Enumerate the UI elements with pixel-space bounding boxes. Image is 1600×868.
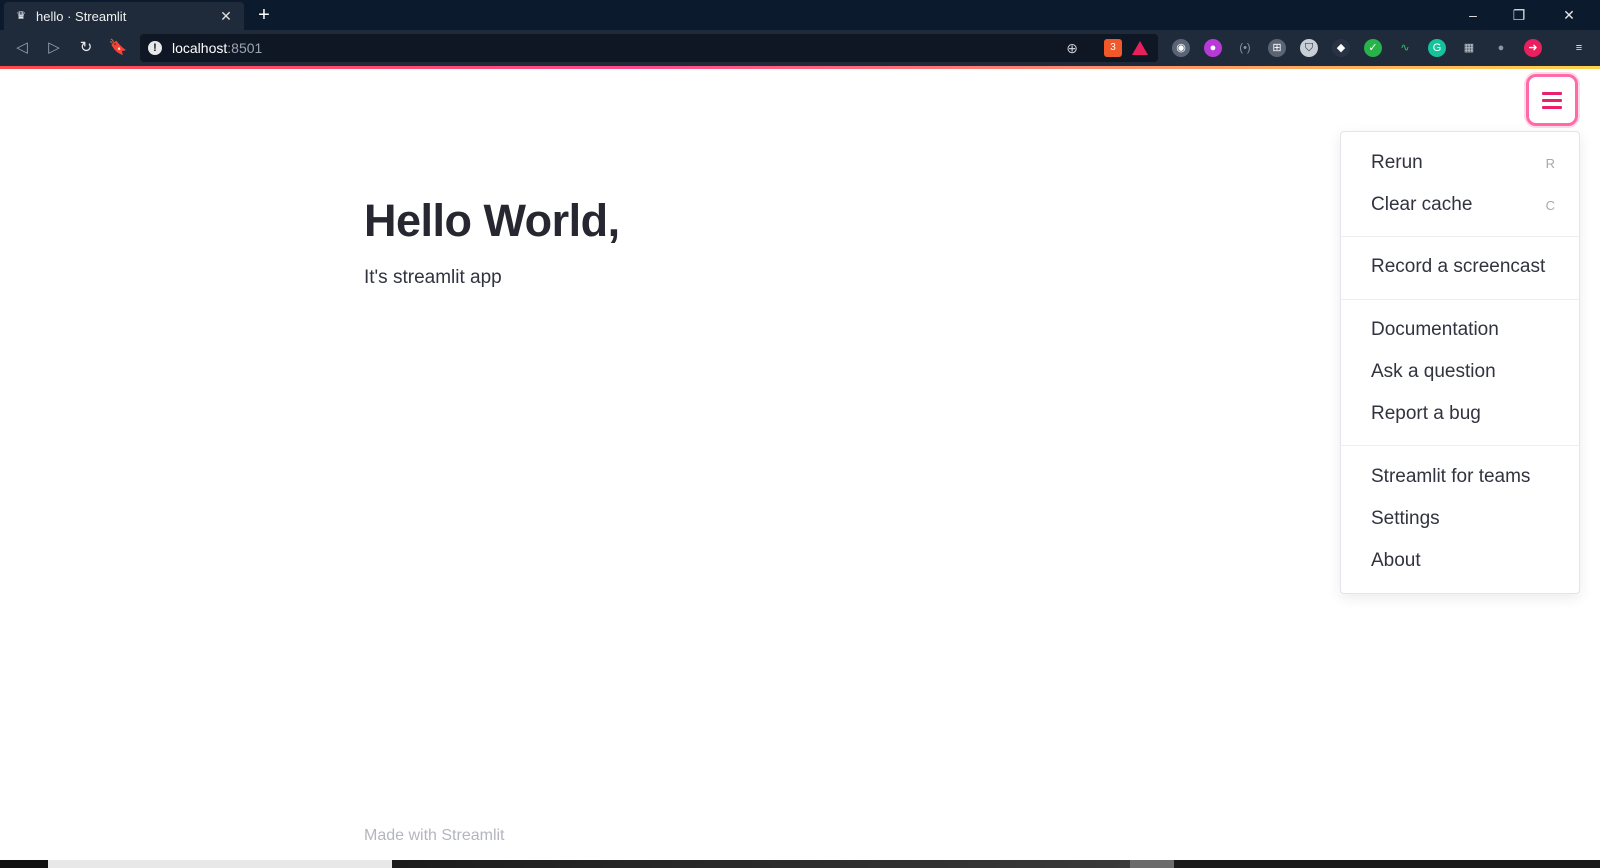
extension-puzzle-icon[interactable]: ⊞	[1268, 39, 1286, 57]
streamlit-favicon-icon: ♛	[16, 10, 26, 22]
extension-wave-icon[interactable]: ∿	[1396, 39, 1414, 57]
hamburger-menu-icon	[1542, 92, 1562, 109]
page-title: Hello World,	[364, 195, 620, 246]
shortcut-hint: C	[1545, 197, 1555, 213]
menu-item-label: Ask a question	[1371, 361, 1496, 382]
extension-shield-icon[interactable]: ⛉	[1300, 39, 1318, 57]
menu-item-label: Streamlit for teams	[1371, 466, 1531, 487]
brave-rewards-icon[interactable]	[1132, 41, 1148, 55]
main-menu-button[interactable]	[1526, 74, 1578, 126]
tab-close-icon[interactable]: ✕	[218, 8, 234, 25]
back-icon[interactable]: ◁	[10, 36, 34, 60]
menu-item-settings[interactable]: Settings	[1371, 502, 1555, 536]
restore-button[interactable]: ❐	[1496, 0, 1542, 30]
forward-icon[interactable]: ▷	[42, 36, 66, 60]
brave-shield-icon[interactable]: 3	[1104, 39, 1122, 57]
menu-item-label: Rerun	[1371, 152, 1423, 173]
menu-item-label: Documentation	[1371, 319, 1499, 340]
info-icon[interactable]: !	[148, 41, 162, 55]
extension-brackets-icon[interactable]: (•)	[1236, 39, 1254, 57]
shortcut-hint: R	[1545, 155, 1555, 171]
made-with-streamlit-link[interactable]: Made with Streamlit	[364, 827, 505, 845]
url-host: localhost	[172, 40, 228, 56]
menu-divider	[1341, 236, 1579, 237]
menu-item-ask-question[interactable]: Ask a question	[1371, 355, 1555, 389]
menu-item-report-bug[interactable]: Report a bug	[1371, 397, 1555, 431]
menu-item-streamlit-for-teams[interactable]: Streamlit for teams	[1371, 460, 1555, 494]
window-close-button[interactable]: ✕	[1546, 0, 1592, 30]
extension-arrow-icon[interactable]: ➜	[1524, 39, 1542, 57]
main-menu-dropdown: Rerun R Clear cache C Record a screencas…	[1340, 131, 1580, 594]
zoom-icon[interactable]: ⊕	[1066, 40, 1078, 57]
extension-grid-icon[interactable]: ▦	[1460, 39, 1478, 57]
menu-item-record-screencast[interactable]: Record a screencast	[1371, 250, 1555, 284]
extension-drop-icon[interactable]: ●	[1492, 39, 1510, 57]
menu-item-label: Settings	[1371, 508, 1440, 529]
menu-item-rerun[interactable]: Rerun R	[1371, 146, 1555, 180]
menu-item-about[interactable]: About	[1371, 544, 1555, 578]
menu-divider	[1341, 299, 1579, 300]
menu-item-label: About	[1371, 550, 1421, 571]
extension-purple-icon[interactable]: ●	[1204, 39, 1222, 57]
menu-item-documentation[interactable]: Documentation	[1371, 313, 1555, 347]
extension-cube-icon[interactable]: ◆	[1332, 39, 1350, 57]
menu-divider	[1341, 445, 1579, 446]
url-port: :8501	[227, 40, 263, 56]
extension-leaf-icon[interactable]: ✓	[1364, 39, 1382, 57]
menu-item-label: Record a screencast	[1371, 256, 1546, 277]
tab-title: hello · Streamlit	[36, 8, 127, 24]
menu-item-label: Clear cache	[1371, 194, 1473, 215]
app-description: It's streamlit app	[364, 267, 502, 288]
browser-menu-icon[interactable]: ≡	[1570, 39, 1588, 57]
new-tab-button[interactable]: +	[253, 4, 275, 26]
browser-tab-bar: ♛ hello · Streamlit ✕ + – ❐ ✕	[0, 0, 1600, 30]
camera-extension-icon[interactable]: ◉	[1172, 39, 1190, 57]
menu-item-label: Report a bug	[1371, 403, 1481, 424]
browser-tab[interactable]: ♛ hello · Streamlit ✕	[4, 2, 244, 30]
os-taskbar	[0, 860, 1600, 868]
reload-icon[interactable]: ↻	[74, 36, 98, 60]
address-bar[interactable]: ! localhost:8501 ⊕ 3	[140, 34, 1158, 62]
bookmark-icon[interactable]: 🔖	[106, 36, 130, 60]
menu-item-clear-cache[interactable]: Clear cache C	[1371, 188, 1555, 222]
minimize-button[interactable]: –	[1450, 0, 1496, 30]
grammarly-icon[interactable]: G	[1428, 39, 1446, 57]
